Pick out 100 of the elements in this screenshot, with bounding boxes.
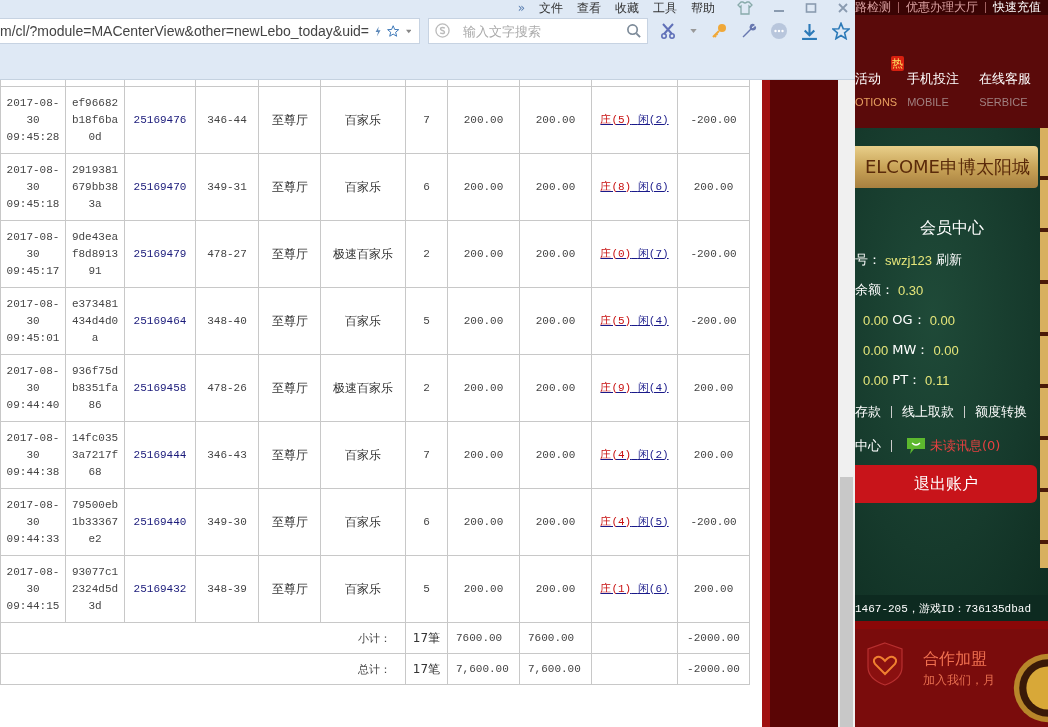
table-cell: 7600.00 — [519, 622, 592, 654]
menu-item[interactable]: 收藏 — [615, 0, 639, 15]
action-link[interactable]: 中心 — [855, 437, 881, 455]
result-link[interactable]: 庄(8) 闲(6) — [600, 180, 669, 193]
table-cell: 200.00 — [677, 354, 750, 422]
menu-item[interactable]: 查看 — [577, 0, 601, 15]
field-value: 0.11 — [925, 372, 950, 388]
table-cell: 5 — [405, 555, 448, 623]
table-cell: 总计： — [0, 653, 406, 685]
table-cell: 349-30 — [195, 488, 259, 556]
join-title[interactable]: 合作加盟 — [923, 649, 995, 670]
bet-id-link[interactable]: 25169476 — [124, 86, 196, 154]
table-cell: 百家乐 — [320, 287, 406, 355]
table-cell: 百家乐 — [320, 555, 406, 623]
menu-item[interactable]: 帮助 — [691, 0, 715, 15]
result-link[interactable]: 庄(0) 闲(7) — [600, 247, 669, 260]
nav-link[interactable]: 在线客服 — [979, 70, 1032, 88]
field-value: 0.00 — [863, 372, 889, 388]
table-cell: 6 — [405, 153, 448, 221]
table-cell: 2017-08-30 09:44:15 — [0, 555, 66, 623]
table-cell: 2919381679bb383a — [65, 153, 125, 221]
top-link[interactable]: 快速充值 — [993, 0, 1041, 16]
field-value: 0.00 — [863, 312, 889, 328]
top-link[interactable]: 优惠办理大厅 — [906, 0, 978, 16]
menu-item[interactable]: 工具 — [653, 0, 677, 15]
bet-id-link[interactable]: 25169464 — [124, 287, 196, 355]
table-cell: 200.00 — [519, 555, 592, 623]
table-cell: 2017-08-30 09:44:38 — [0, 421, 66, 489]
result-link[interactable]: 庄(4) 闲(2) — [600, 448, 669, 461]
menu-item[interactable]: » — [517, 0, 525, 15]
table-cell: e373481434d4d0a — [65, 287, 125, 355]
table-cell: 2 — [405, 220, 448, 288]
bet-id-link[interactable]: 25169470 — [124, 153, 196, 221]
field-value: swzj123 — [885, 252, 932, 268]
nav-link[interactable]: 活动 — [855, 70, 881, 88]
table-cell: 至尊厅 — [258, 354, 321, 422]
action-link[interactable]: 存款 — [855, 403, 881, 421]
table-cell: 2017-08-30 09:44:40 — [0, 354, 66, 422]
table-cell: 7600.00 — [447, 622, 520, 654]
table-cell: 200.00 — [519, 354, 592, 422]
table-cell: 7,600.00 — [519, 653, 592, 685]
table-cell: -200.00 — [677, 287, 750, 355]
table-cell: 200.00 — [519, 153, 592, 221]
table-cell: 200.00 — [519, 86, 592, 154]
nav-subtitle: MOBILE — [907, 96, 949, 108]
bet-id-link[interactable]: 25169440 — [124, 488, 196, 556]
table-cell: 极速百家乐 — [320, 220, 406, 288]
join-subtitle: 加入我们，月 — [923, 672, 995, 689]
field-label: 余额： — [855, 281, 894, 299]
table-cell: 200.00 — [519, 488, 592, 556]
field-label: 号： — [855, 251, 881, 269]
welcome-banner: ELCOME申博太阳城 — [855, 146, 1038, 188]
result-link[interactable]: 庄(1) 闲(6) — [600, 582, 669, 595]
top-link[interactable]: 路检测 — [855, 0, 891, 16]
table-cell: 936f75db8351fa86 — [65, 354, 125, 422]
table-cell: 2017-08-30 09:45:01 — [0, 287, 66, 355]
result-link[interactable]: 庄(5) 闲(2) — [600, 113, 669, 126]
table-cell: ef96682b18f6ba0d — [65, 86, 125, 154]
table-cell: 200.00 — [447, 86, 520, 154]
table-cell: 200.00 — [519, 287, 592, 355]
bet-id-link[interactable]: 25169479 — [124, 220, 196, 288]
result-link[interactable]: 庄(5) 闲(4) — [600, 314, 669, 327]
menu-item[interactable]: 文件 — [539, 0, 563, 15]
action-link[interactable]: 线上取款 — [902, 403, 954, 421]
panel-title: 会员中心 — [918, 218, 985, 239]
table-cell: 百家乐 — [320, 153, 406, 221]
bet-id-link[interactable]: 25169444 — [124, 421, 196, 489]
table-cell: 至尊厅 — [258, 86, 321, 154]
table-cell: 349-31 — [195, 153, 259, 221]
address-field[interactable]: m/cl/?module=MACenterView&other=newLebo_today&uid= — [0, 18, 420, 44]
table-cell: 200.00 — [447, 153, 520, 221]
table-cell: 200.00 — [677, 421, 750, 489]
table-cell: 200.00 — [447, 488, 520, 556]
nav-subtitle: SERBICE — [979, 96, 1028, 108]
refresh-link[interactable]: 刷新 — [935, 251, 962, 269]
field-value: 0.00 — [933, 342, 959, 358]
table-cell: -200.00 — [677, 86, 750, 154]
search-field[interactable]: 输入文字搜索 — [428, 18, 648, 44]
field-value: 0.00 — [929, 312, 955, 328]
table-cell: 17笔 — [405, 653, 448, 685]
result-link[interactable]: 庄(4) 闲(5) — [600, 515, 669, 528]
table-cell: 6 — [405, 488, 448, 556]
table-cell: 200.00 — [677, 555, 750, 623]
table-cell: 17筆 — [405, 622, 448, 654]
action-link[interactable]: 额度转换 — [975, 403, 1027, 421]
table-cell: 至尊厅 — [258, 421, 321, 489]
table-cell: 小计： — [0, 622, 406, 654]
bet-id-link[interactable]: 25169458 — [124, 354, 196, 422]
nav-link[interactable]: 手机投注 — [907, 70, 960, 88]
logout-button[interactable]: 退出账户 — [855, 465, 1037, 503]
table-cell: 5 — [405, 287, 448, 355]
bet-id-link[interactable]: 25169432 — [124, 555, 196, 623]
table-cell: 至尊厅 — [258, 488, 321, 556]
result-link[interactable]: 庄(9) 闲(4) — [600, 381, 669, 394]
table-cell: 2017-08-30 09:44:33 — [0, 488, 66, 556]
table-cell: 200.00 — [447, 555, 520, 623]
table-cell: 200.00 — [447, 421, 520, 489]
table-cell: 346-44 — [195, 86, 259, 154]
table-cell: -2000.00 — [677, 622, 750, 654]
table-cell: 7 — [405, 86, 448, 154]
